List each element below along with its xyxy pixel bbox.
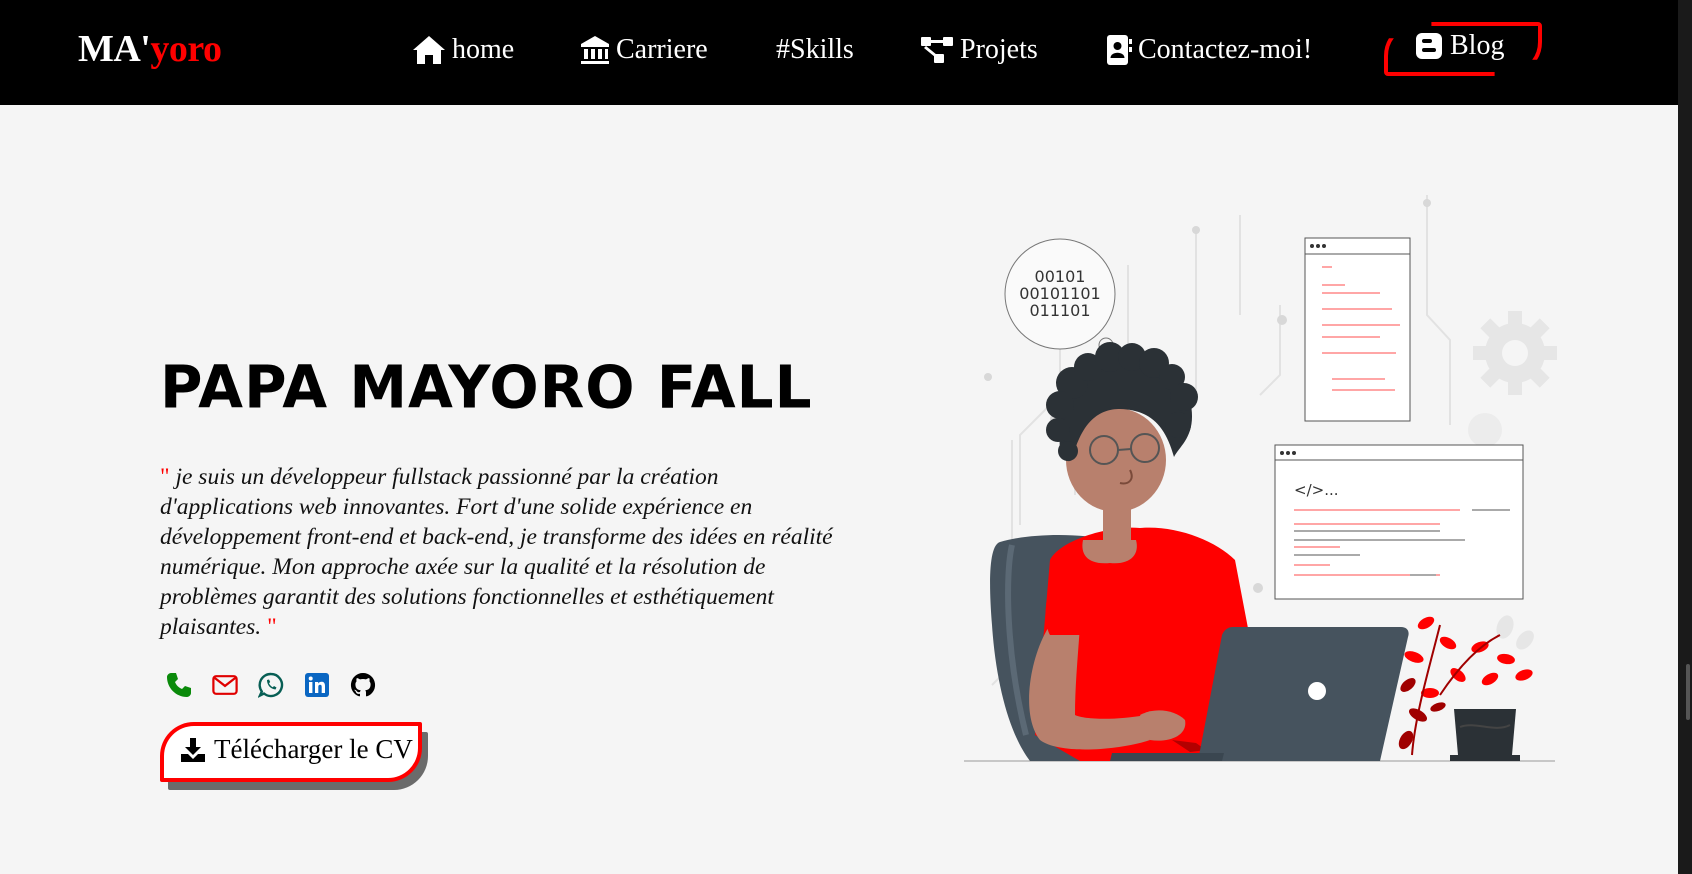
code-tag: </>...: [1294, 481, 1339, 499]
download-cv-button[interactable]: Télécharger le CV: [160, 722, 430, 790]
quote-open: ": [160, 464, 170, 490]
gear-icons: [1468, 311, 1557, 447]
whatsapp-icon: [258, 672, 284, 698]
project-diagram-icon: [921, 37, 953, 63]
nav-item-projets[interactable]: Projets: [920, 30, 1038, 70]
nav-item-home[interactable]: home: [412, 30, 514, 70]
blog-label-group: Blog: [1416, 30, 1504, 62]
code-window-bottom: </>...: [1274, 444, 1524, 600]
download-label: Télécharger le CV: [214, 734, 413, 764]
nav-item-skills[interactable]: #Skills: [776, 30, 854, 70]
code-window-top: [1304, 237, 1411, 422]
nav-label: Carriere: [616, 34, 708, 65]
nav-label: Blog: [1450, 30, 1505, 61]
address-book-icon: [1107, 35, 1132, 65]
blogger-icon: [1416, 33, 1442, 59]
phone-icon: [167, 673, 191, 697]
binary-line: 011101: [1029, 301, 1090, 320]
github-icon: [350, 672, 376, 697]
nav-item-contact[interactable]: Contactez-moi!: [1106, 30, 1312, 70]
email-icon: [212, 675, 238, 695]
button-label-group: Télécharger le CV: [180, 734, 413, 765]
hero-bio: " je suis un développeur fullstack passi…: [160, 462, 840, 642]
home-icon: [413, 36, 445, 64]
developer-illustration: 00101 00101101 011101 </>...: [964, 195, 1557, 762]
linkedin-icon: [305, 673, 329, 697]
scrollbar-thumb[interactable]: [1686, 664, 1690, 720]
bio-text: je suis un développeur fullstack passion…: [160, 464, 833, 640]
nav-menu: home Carriere #Skills Projets Contactez-…: [0, 0, 1678, 105]
quote-close: ": [267, 614, 277, 640]
nav-label: home: [452, 34, 515, 65]
email-link[interactable]: [212, 672, 238, 698]
scrollbar[interactable]: [1678, 0, 1692, 874]
linkedin-link[interactable]: [304, 672, 330, 698]
phone-link[interactable]: [166, 672, 192, 698]
nav-label: Contactez-moi!: [1138, 34, 1313, 65]
navbar: MA'yoro home Carriere #Skills Projets Co…: [0, 0, 1678, 105]
nav-item-blog[interactable]: Blog: [1384, 22, 1542, 76]
github-link[interactable]: [350, 672, 376, 698]
nav-label: #Skills: [776, 34, 854, 65]
hero-name: PAPA MAYORO FALL: [160, 352, 813, 422]
download-icon: [181, 737, 205, 762]
bank-icon: [581, 36, 609, 64]
whatsapp-link[interactable]: [258, 672, 284, 698]
social-links: [166, 672, 376, 698]
plant: [1398, 615, 1534, 761]
nav-item-carriere[interactable]: Carriere: [580, 30, 708, 70]
nav-label: Projets: [960, 34, 1038, 65]
